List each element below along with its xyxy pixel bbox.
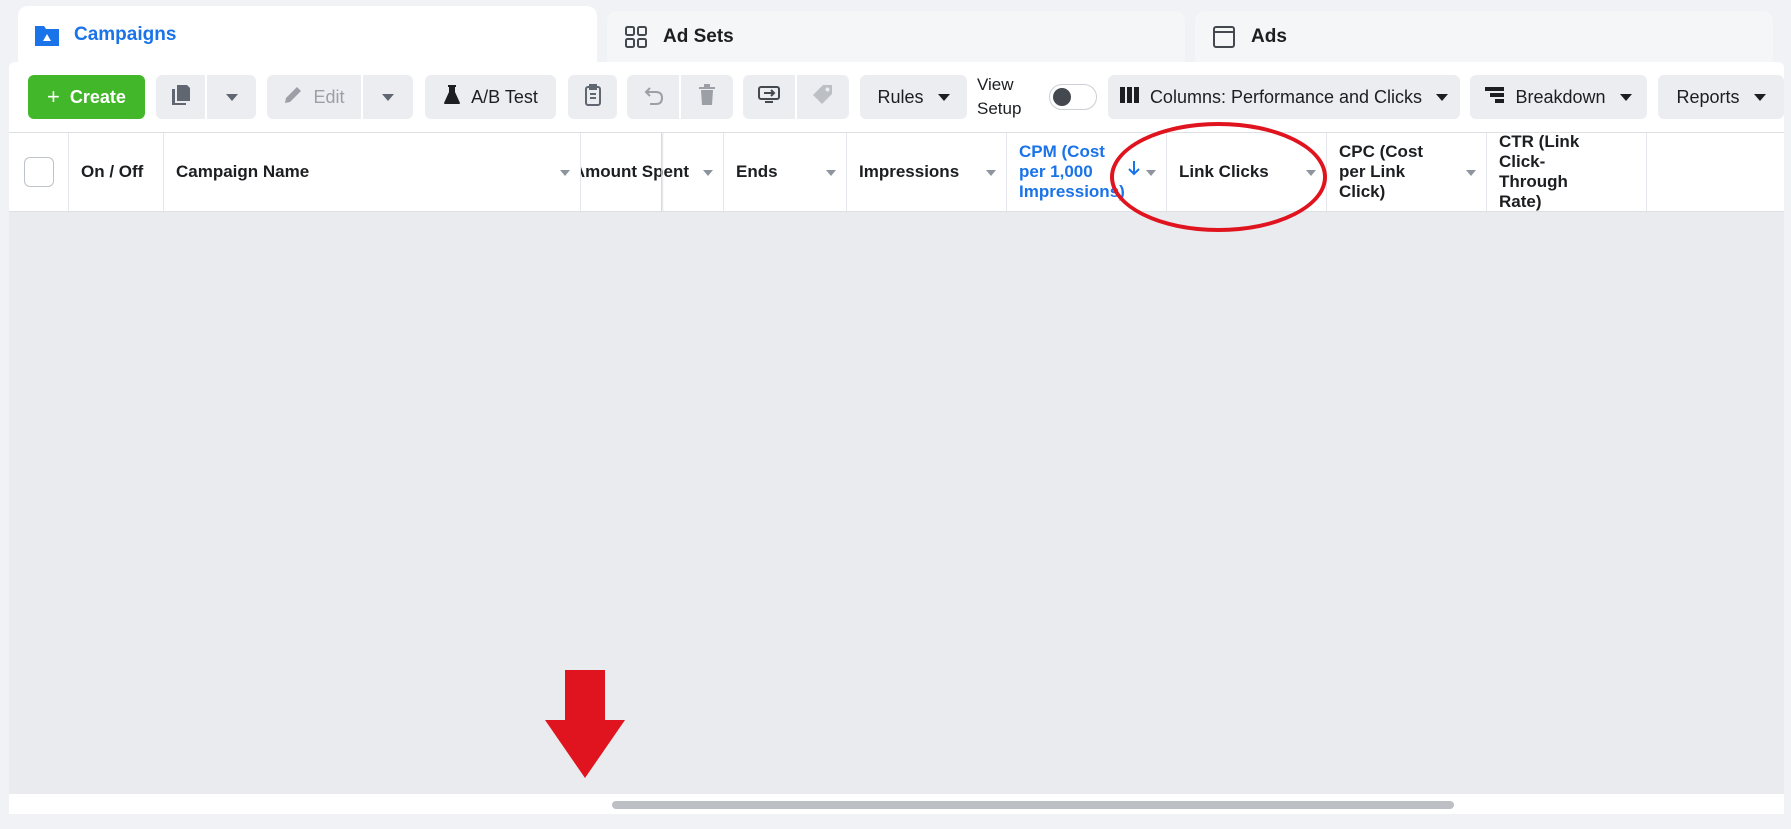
column-dropdown-icon[interactable]: [1466, 170, 1476, 176]
breakdown-button[interactable]: Breakdown: [1470, 75, 1647, 119]
swap-arrows-icon: [757, 85, 781, 110]
duplicate-icon: [171, 84, 191, 111]
select-all-cell: [9, 133, 69, 211]
column-header-impressions[interactable]: Impressions: [847, 133, 1007, 211]
reports-label: Reports: [1676, 86, 1740, 107]
chevron-down-icon: [1619, 93, 1632, 101]
column-header-ctr[interactable]: CTR (Link Click-Through Rate): [1487, 133, 1647, 211]
columns-button[interactable]: Columns: Performance and Clicks: [1108, 75, 1460, 119]
window-icon: [1211, 24, 1237, 50]
columns-label: Columns: Performance and Clicks: [1149, 86, 1423, 107]
column-header-ends[interactable]: Ends: [724, 133, 847, 211]
export-button[interactable]: [743, 75, 795, 119]
edit-button[interactable]: Edit: [267, 75, 361, 119]
delete-button[interactable]: [681, 75, 733, 119]
view-setup-label: View Setup: [977, 75, 1022, 118]
toggle-knob: [1053, 88, 1071, 106]
edit-label: Edit: [313, 86, 345, 107]
column-dropdown-icon[interactable]: [826, 170, 836, 176]
annotation-down-arrow-icon: [545, 670, 625, 785]
select-all-checkbox[interactable]: [23, 157, 54, 187]
column-header-cpc[interactable]: CPC (Cost per Link Click): [1327, 133, 1487, 211]
column-dropdown-icon[interactable]: [560, 170, 570, 176]
tag-icon: [812, 84, 834, 111]
duplicate-dropdown-button[interactable]: [207, 75, 256, 119]
edit-dropdown-button[interactable]: [363, 75, 413, 119]
clipboard-icon: [584, 83, 602, 111]
column-header-campaign-name[interactable]: Campaign Name: [164, 133, 581, 211]
column-dropdown-icon[interactable]: [703, 170, 713, 176]
undo-icon: [642, 85, 664, 110]
reports-button[interactable]: Reports: [1658, 75, 1784, 119]
grid-icon: [623, 24, 649, 50]
ab-test-button[interactable]: A/B Test: [425, 75, 556, 119]
plus-icon: +: [47, 84, 60, 109]
tab-campaigns[interactable]: Campaigns: [18, 6, 597, 64]
breakdown-label: Breakdown: [1515, 86, 1606, 107]
clipboard-button[interactable]: [568, 75, 617, 119]
chevron-down-icon: [225, 93, 238, 101]
tab-label: Campaigns: [74, 24, 177, 45]
tag-button[interactable]: [797, 75, 849, 119]
chevron-down-icon: [1753, 93, 1766, 101]
column-header-on-off[interactable]: On / Off: [69, 133, 164, 211]
tab-ads[interactable]: Ads: [1195, 11, 1773, 62]
toolbar: + Create Edit A/B Test Rules View Setup …: [19, 75, 1784, 119]
scrollbar-thumb[interactable]: [612, 801, 1454, 809]
table-header: On / Off Campaign Name Amount Spent Ends…: [9, 132, 1784, 212]
campaigns-panel: + Create Edit A/B Test Rules View Setup …: [9, 62, 1784, 814]
chevron-down-icon: [937, 93, 950, 101]
horizontal-scrollbar[interactable]: [9, 794, 1784, 814]
flask-icon: [443, 84, 461, 110]
annotation-circle: [1110, 122, 1327, 232]
ab-test-label: A/B Test: [471, 86, 538, 107]
level-tabs: Campaigns Ad Sets Ads: [18, 6, 1773, 64]
rules-label: Rules: [877, 86, 924, 107]
campaign-folder-icon: [34, 22, 60, 48]
tab-label: Ads: [1251, 25, 1287, 47]
frozen-column-divider: [661, 133, 664, 211]
duplicate-button[interactable]: [156, 75, 205, 119]
breakdown-icon: [1485, 86, 1505, 109]
bottom-strip: [0, 814, 1791, 829]
view-setup-toggle[interactable]: [1049, 84, 1097, 110]
undo-button[interactable]: [627, 75, 679, 119]
table-body: [9, 212, 1784, 794]
create-button[interactable]: + Create: [28, 75, 145, 119]
columns-icon: [1119, 86, 1140, 109]
trash-icon: [697, 83, 717, 111]
chevron-down-icon: [1436, 93, 1449, 101]
column-dropdown-icon[interactable]: [986, 170, 996, 176]
column-header-amount-spent[interactable]: Amount Spent: [581, 133, 724, 211]
pencil-icon: [283, 85, 303, 110]
tab-ad-sets[interactable]: Ad Sets: [607, 11, 1185, 62]
rules-button[interactable]: Rules: [860, 75, 967, 119]
tab-label: Ad Sets: [663, 25, 734, 47]
create-label: Create: [69, 86, 126, 107]
chevron-down-icon: [382, 93, 394, 101]
